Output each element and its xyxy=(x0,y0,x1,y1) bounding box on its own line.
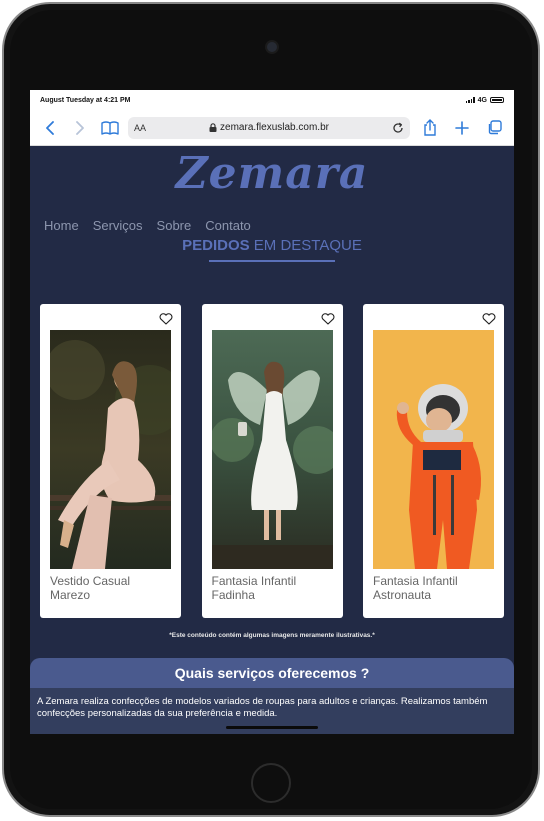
signal-icon xyxy=(465,97,475,103)
title-underline xyxy=(209,260,335,262)
tabs-icon[interactable] xyxy=(482,116,506,140)
card-title: Fantasia Infantil Astronauta xyxy=(373,574,458,602)
section-title-bold: PEDIDOS xyxy=(182,237,250,254)
section-title-rest: EM DESTAQUE xyxy=(249,237,362,254)
status-datetime: August Tuesday at 4:21 PM xyxy=(40,96,131,104)
address-bar[interactable]: AA zemara.flexuslab.com.br xyxy=(128,116,410,139)
web-page: Zemara Home Serviços Sobre Contato PEDID… xyxy=(30,146,514,734)
services-heading: Quais serviços oferecemos ? xyxy=(30,658,514,688)
network-type: 4G xyxy=(477,96,487,104)
disclaimer: *Este conteúdo contém algumas imagens me… xyxy=(169,632,375,639)
nav-sobre[interactable]: Sobre xyxy=(157,218,192,233)
heart-icon[interactable] xyxy=(321,313,335,325)
main-nav: Home Serviços Sobre Contato xyxy=(30,218,514,233)
featured-cards: Vestido Casual Marezo Fantasia Infantil … xyxy=(40,304,504,618)
share-icon[interactable] xyxy=(418,116,442,140)
nav-servicos[interactable]: Serviços xyxy=(93,218,143,233)
product-photo-fairy xyxy=(211,330,333,569)
home-indicator xyxy=(226,726,318,729)
services-description: A Zemara realiza confecções de modelos v… xyxy=(37,696,488,719)
screen: August Tuesday at 4:21 PM 4G AA zemara.f… xyxy=(30,90,514,734)
back-icon[interactable] xyxy=(38,116,62,140)
section-title: PEDIDOS EM DESTAQUE xyxy=(30,237,514,254)
new-tab-icon[interactable] xyxy=(450,116,474,140)
heart-icon[interactable] xyxy=(159,313,173,325)
product-card[interactable]: Fantasia Infantil Fadinha xyxy=(201,304,343,618)
battery-icon xyxy=(490,97,504,103)
lock-icon xyxy=(209,123,217,132)
text-size-button[interactable]: AA xyxy=(134,123,146,133)
browser-toolbar: AA zemara.flexuslab.com.br xyxy=(30,110,514,146)
status-indicators: 4G xyxy=(465,96,504,104)
site-logo[interactable]: Zemara xyxy=(30,146,514,202)
heart-icon[interactable] xyxy=(482,313,496,325)
url-display: zemara.flexuslab.com.br xyxy=(146,122,392,133)
product-photo-dress xyxy=(50,330,171,569)
url-text: zemara.flexuslab.com.br xyxy=(220,122,329,133)
front-camera xyxy=(267,42,277,52)
card-title: Fantasia Infantil Fadinha xyxy=(211,574,297,602)
product-card[interactable]: Fantasia Infantil Astronauta xyxy=(363,304,504,618)
product-photo-astronaut xyxy=(373,330,494,569)
status-bar: August Tuesday at 4:21 PM 4G xyxy=(30,90,514,110)
reload-icon[interactable] xyxy=(392,122,404,134)
nav-home[interactable]: Home xyxy=(44,218,79,233)
product-card[interactable]: Vestido Casual Marezo xyxy=(40,304,181,618)
bookmarks-icon[interactable] xyxy=(98,116,122,140)
nav-contato[interactable]: Contato xyxy=(205,218,251,233)
home-button[interactable] xyxy=(251,763,291,803)
card-title: Vestido Casual Marezo xyxy=(50,574,131,602)
forward-icon[interactable] xyxy=(68,116,92,140)
